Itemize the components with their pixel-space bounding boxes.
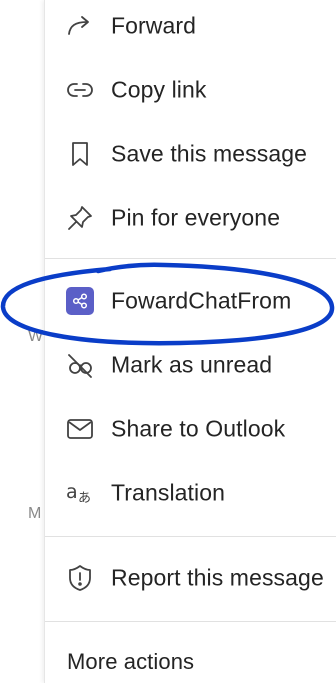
eye-off-icon: [65, 350, 95, 380]
menu-divider: [45, 621, 336, 622]
menu-item-label: Save this message: [111, 140, 308, 167]
background-panel: W M: [0, 0, 44, 683]
menu-item-label: Forward: [111, 12, 197, 39]
menu-item-pin-for-everyone[interactable]: Pin for everyone: [45, 196, 336, 240]
menu-item-translation[interactable]: a あ Translation: [45, 471, 336, 515]
mail-icon: [65, 414, 95, 444]
bookmark-icon: [65, 139, 95, 169]
menu-divider: [45, 536, 336, 537]
menu-item-forward[interactable]: Forward: [45, 4, 336, 48]
app-tile: [65, 286, 95, 316]
svg-text:a: a: [66, 481, 78, 503]
menu-item-label: FowardChatFrom: [111, 287, 292, 314]
menu-item-label: Mark as unread: [111, 351, 273, 378]
menu-item-copy-link[interactable]: Copy link: [45, 68, 336, 112]
menu-item-label: Pin for everyone: [111, 204, 281, 231]
forward-arrow-icon: [65, 11, 95, 41]
pin-icon: [65, 203, 95, 233]
menu-item-label: Report this message: [111, 564, 324, 591]
more-actions-button[interactable]: More actions: [45, 640, 336, 683]
left-fragment-w: W: [28, 328, 44, 345]
link-icon: [65, 75, 95, 105]
message-context-menu: Forward Copy link Save this message Pin …: [44, 0, 336, 683]
left-fragment-m: M: [28, 505, 42, 522]
translate-icon: a あ: [65, 478, 95, 508]
svg-text:あ: あ: [78, 491, 91, 506]
menu-item-label: Share to Outlook: [111, 415, 286, 442]
menu-item-label: Copy link: [111, 76, 207, 103]
menu-item-mark-as-unread[interactable]: Mark as unread: [45, 343, 336, 387]
menu-divider: [45, 258, 336, 259]
menu-item-label: Translation: [111, 479, 226, 506]
menu-item-report-message[interactable]: Report this message: [45, 556, 336, 600]
menu-item-share-to-outlook[interactable]: Share to Outlook: [45, 407, 336, 451]
more-actions-label: More actions: [67, 649, 195, 674]
app-share-icon: [66, 287, 94, 315]
menu-item-save-message[interactable]: Save this message: [45, 132, 336, 176]
menu-item-app-fowardchatfrom[interactable]: FowardChatFrom: [45, 279, 336, 323]
shield-alert-icon: [65, 563, 95, 593]
